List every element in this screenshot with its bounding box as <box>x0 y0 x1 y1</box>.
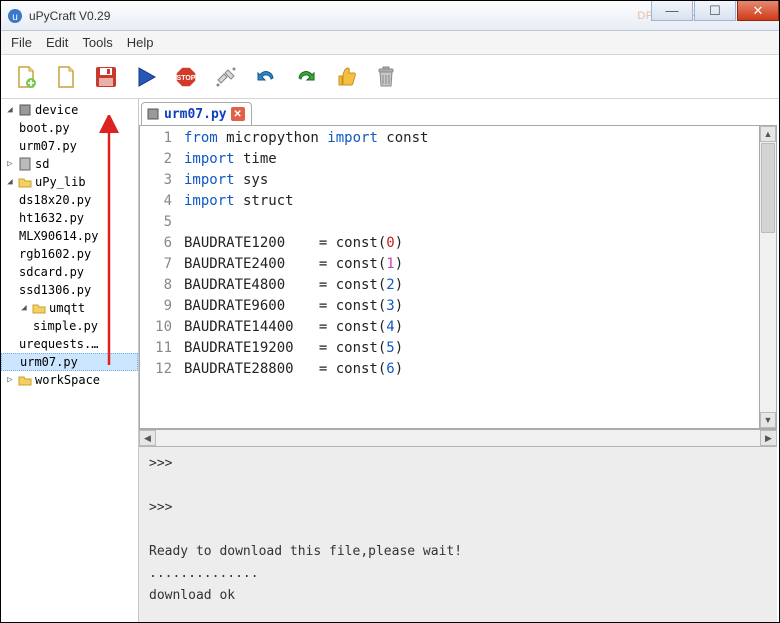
tree-label: uPy_lib <box>35 175 86 189</box>
folder-icon <box>32 301 46 315</box>
tree-file[interactable]: ht1632.py <box>1 209 138 227</box>
scroll-left-icon[interactable]: ◀ <box>139 430 156 446</box>
sd-icon <box>18 157 32 171</box>
titlebar: u uPyCraft V0.29 DF创客社区 — ☐ ✕ <box>1 1 779 31</box>
window-buttons: — ☐ ✕ <box>651 1 779 21</box>
tree-node-upylib[interactable]: ◢ uPy_lib <box>1 173 138 191</box>
svg-text:u: u <box>12 12 18 23</box>
maximize-button[interactable]: ☐ <box>694 1 736 21</box>
expand-icon[interactable]: ▷ <box>5 375 15 385</box>
tree-label: MLX90614.py <box>19 229 98 243</box>
tab-urm07[interactable]: urm07.py ✕ <box>141 102 252 126</box>
editor-area: urm07.py ✕ 123456789101112 from micropyt… <box>139 99 779 622</box>
vertical-scrollbar[interactable]: ▲ ▼ <box>759 126 776 428</box>
console-line: .............. <box>149 566 259 581</box>
tree-file[interactable]: urm07.py <box>1 137 138 155</box>
code-editor[interactable]: 123456789101112 from micropython import … <box>139 125 777 429</box>
like-button[interactable] <box>331 62 361 92</box>
minimize-button[interactable]: — <box>651 1 693 21</box>
run-button[interactable] <box>131 62 161 92</box>
tree-label: urequests.… <box>19 337 98 351</box>
tree-node-umqtt[interactable]: ◢ umqtt <box>1 299 138 317</box>
undo-button[interactable] <box>251 62 281 92</box>
console-line: >>> <box>149 500 172 515</box>
menu-help[interactable]: Help <box>127 35 154 50</box>
file-tree: ◢ device boot.py urm07.py ▷ sd ◢ uPy_lib ds… <box>1 99 139 622</box>
connect-button[interactable] <box>211 62 241 92</box>
collapse-icon[interactable]: ◢ <box>5 105 15 115</box>
tab-close-icon[interactable]: ✕ <box>231 107 245 121</box>
tree-label: rgb1602.py <box>19 247 91 261</box>
tree-file[interactable]: ds18x20.py <box>1 191 138 209</box>
collapse-icon[interactable]: ◢ <box>19 303 29 313</box>
tree-label: ds18x20.py <box>19 193 91 207</box>
save-button[interactable] <box>91 62 121 92</box>
tree-file[interactable]: boot.py <box>1 119 138 137</box>
folder-icon <box>18 373 32 387</box>
tree-file-selected[interactable]: urm07.py <box>1 353 138 371</box>
toolbar: STOP <box>1 55 779 99</box>
app-icon: u <box>7 8 23 24</box>
tree-label: sd <box>35 157 49 171</box>
tree-label: ht1632.py <box>19 211 84 225</box>
tree-label: urm07.py <box>20 355 78 369</box>
svg-text:STOP: STOP <box>177 75 196 82</box>
line-gutter: 123456789101112 <box>140 126 178 428</box>
tree-file[interactable]: ssd1306.py <box>1 281 138 299</box>
tree-label: umqtt <box>49 301 85 315</box>
tree-label: device <box>35 103 78 117</box>
menu-edit[interactable]: Edit <box>46 35 68 50</box>
redo-button[interactable] <box>291 62 321 92</box>
open-file-button[interactable] <box>51 62 81 92</box>
scroll-up-icon[interactable]: ▲ <box>760 126 776 142</box>
stop-button[interactable]: STOP <box>171 62 201 92</box>
menu-tools[interactable]: Tools <box>82 35 112 50</box>
tree-label: urm07.py <box>19 139 77 153</box>
tree-label: sdcard.py <box>19 265 84 279</box>
tree-label: boot.py <box>19 121 70 135</box>
tree-file[interactable]: simple.py <box>1 317 138 335</box>
tree-file[interactable]: urequests.… <box>1 335 138 353</box>
console-line: download ok <box>149 588 235 603</box>
tree-file[interactable]: rgb1602.py <box>1 245 138 263</box>
scroll-right-icon[interactable]: ▶ <box>760 430 777 446</box>
new-file-button[interactable] <box>11 62 41 92</box>
console-line: Ready to download this file,please wait! <box>149 544 462 559</box>
tabbar: urm07.py ✕ <box>139 99 779 125</box>
tree-node-workspace[interactable]: ▷ workSpace <box>1 371 138 389</box>
tree-node-sd[interactable]: ▷ sd <box>1 155 138 173</box>
chip-icon <box>146 107 160 121</box>
close-button[interactable]: ✕ <box>737 1 779 21</box>
tree-label: ssd1306.py <box>19 283 91 297</box>
menu-file[interactable]: File <box>11 35 32 50</box>
tab-label: urm07.py <box>164 107 227 122</box>
content-area: ◢ device boot.py urm07.py ▷ sd ◢ uPy_lib ds… <box>1 99 779 622</box>
tree-label: workSpace <box>35 373 100 387</box>
horizontal-scrollbar[interactable]: ◀ ▶ <box>139 429 777 446</box>
folder-icon <box>18 175 32 189</box>
tree-file[interactable]: MLX90614.py <box>1 227 138 245</box>
trash-button[interactable] <box>371 62 401 92</box>
tree-node-device[interactable]: ◢ device <box>1 101 138 119</box>
expand-icon[interactable]: ▷ <box>5 159 15 169</box>
code-content[interactable]: from micropython import const import tim… <box>178 126 776 428</box>
repl-console[interactable]: >>> >>> Ready to download this file,plea… <box>139 446 777 622</box>
tree-label: simple.py <box>33 319 98 333</box>
scroll-thumb[interactable] <box>761 143 775 233</box>
scroll-down-icon[interactable]: ▼ <box>760 412 776 428</box>
chip-icon <box>18 103 32 117</box>
menubar: File Edit Tools Help <box>1 31 779 55</box>
collapse-icon[interactable]: ◢ <box>5 177 15 187</box>
console-line: >>> <box>149 456 172 471</box>
tree-file[interactable]: sdcard.py <box>1 263 138 281</box>
